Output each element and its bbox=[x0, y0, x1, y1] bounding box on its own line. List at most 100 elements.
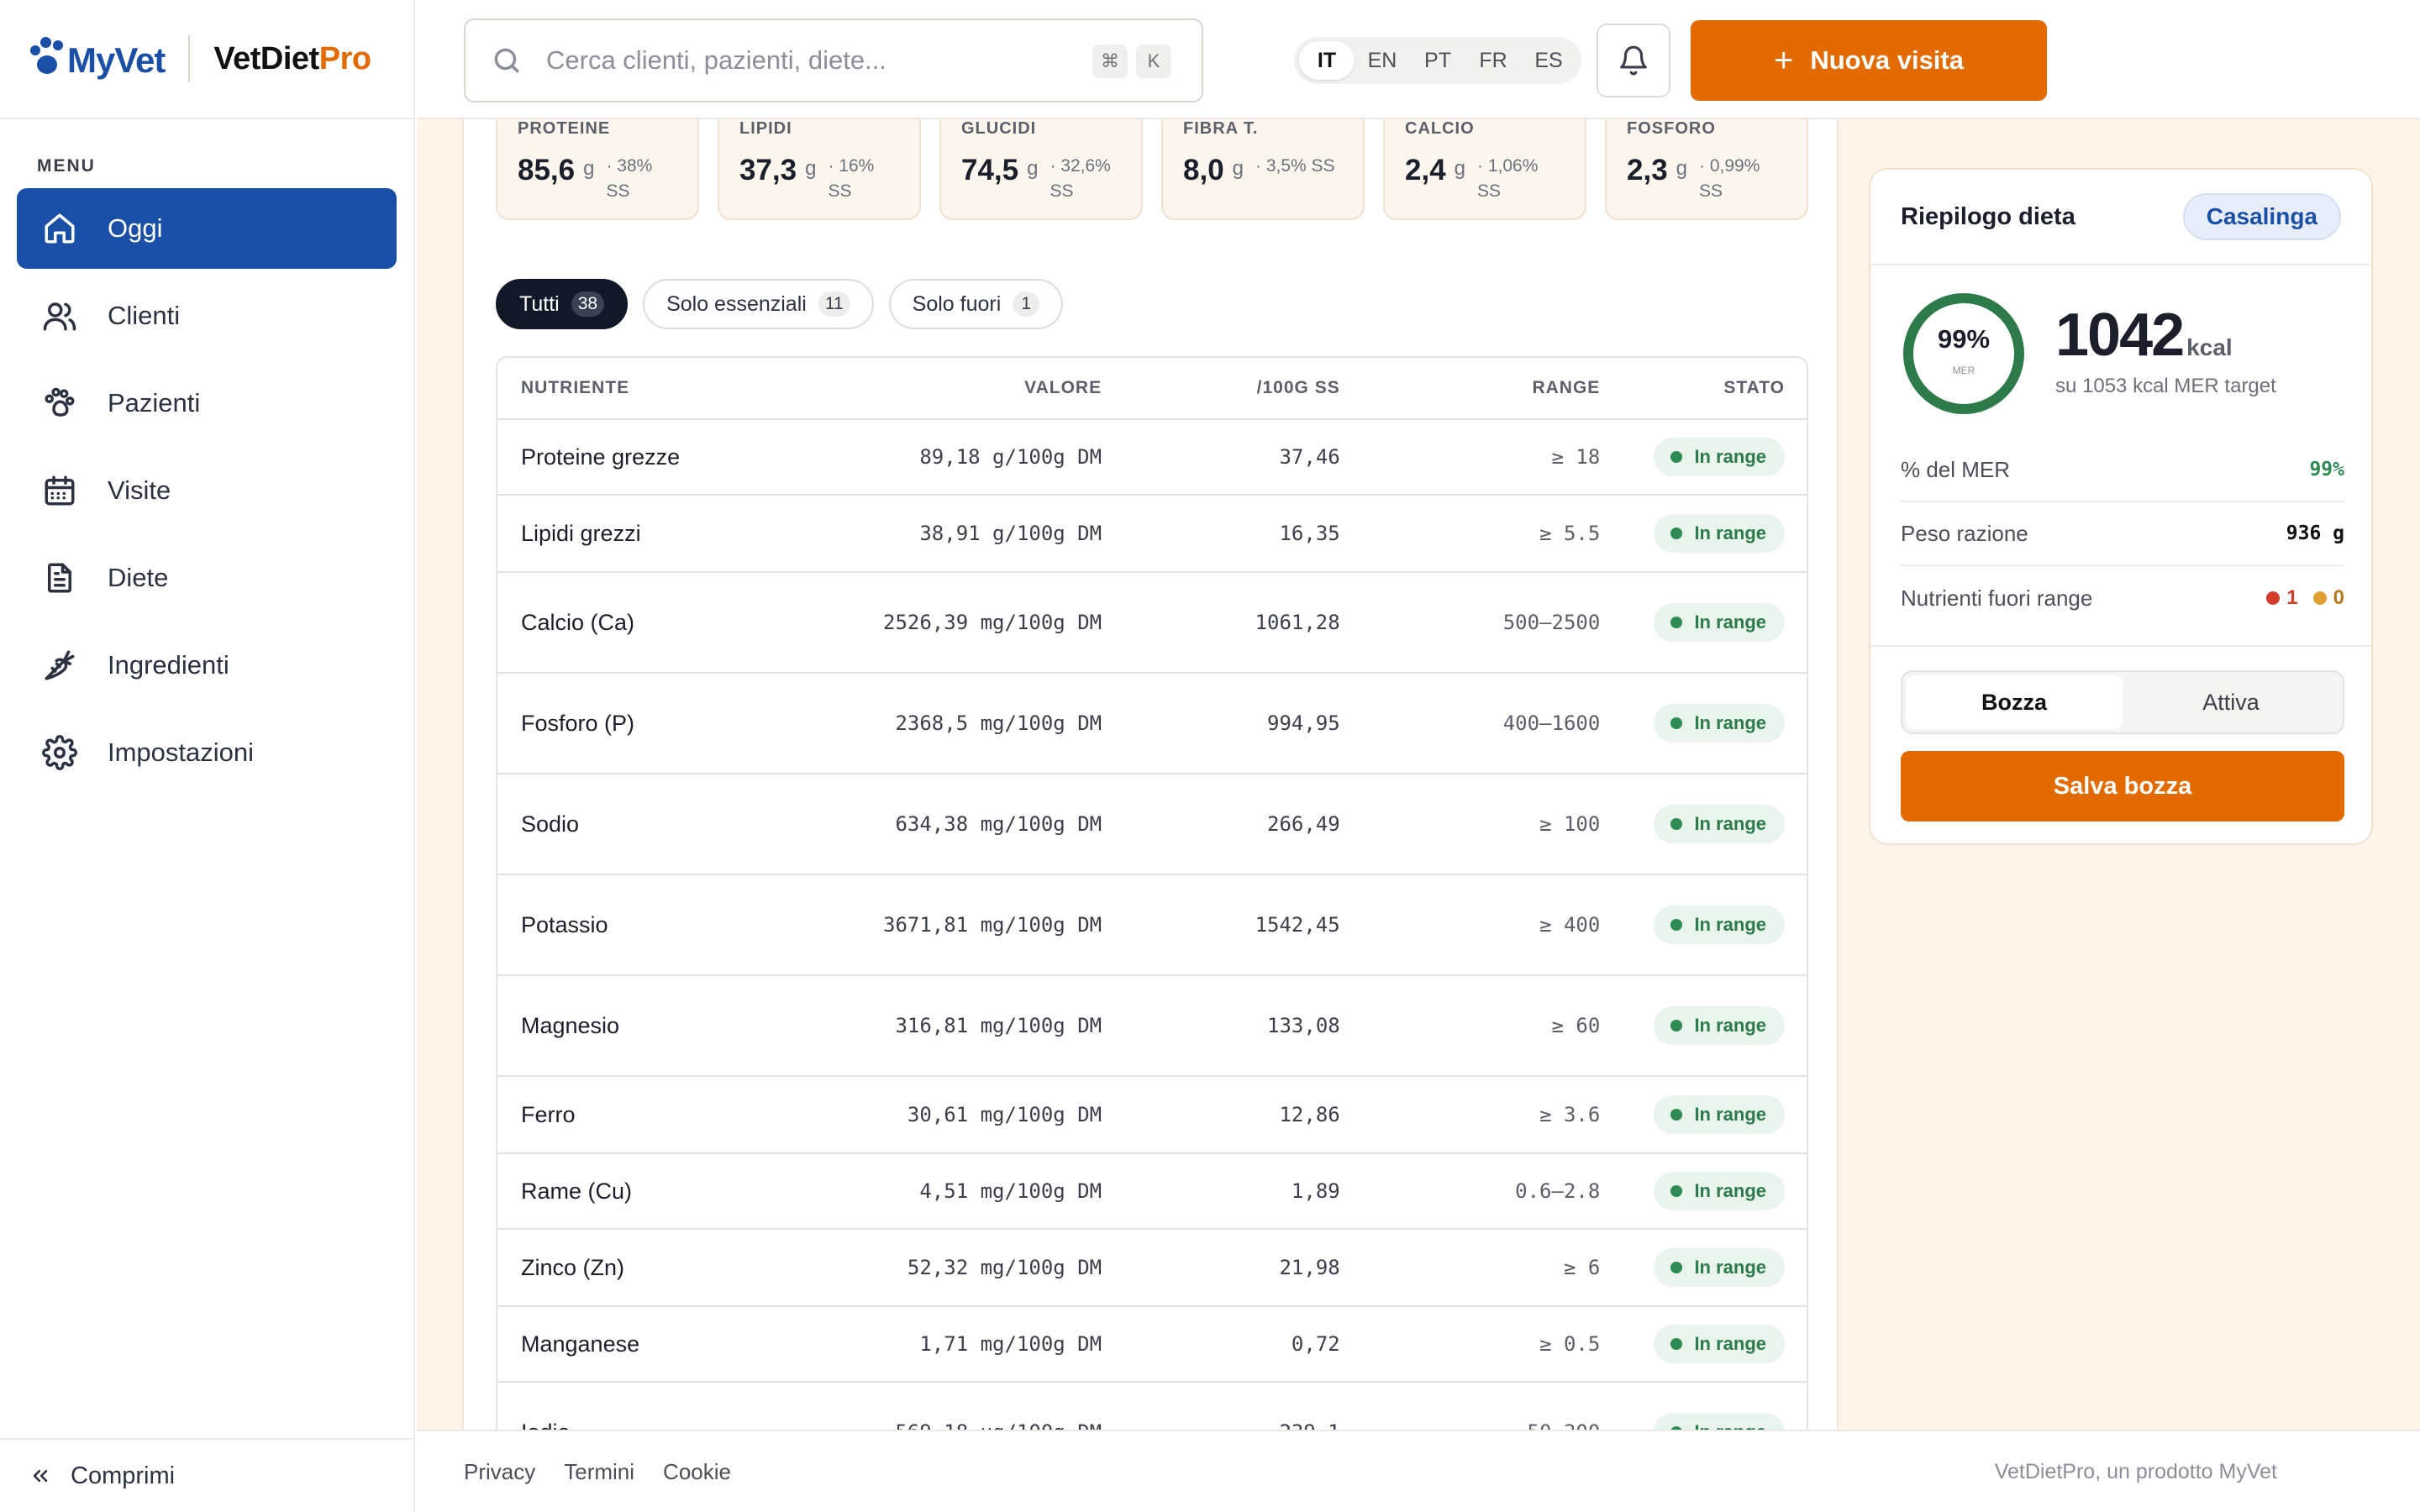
plus-icon: + bbox=[1774, 42, 1794, 79]
nutrient-card-fosforo: FOSFORO 2,3 g · 0,99% SS bbox=[1605, 119, 1808, 220]
footer-links: Privacy Termini Cookie bbox=[464, 1459, 731, 1485]
language-it[interactable]: IT bbox=[1299, 41, 1355, 80]
table-row[interactable]: Rame (Cu) 4,51 mg/100g DM 1,89 0.6–2.8 I… bbox=[497, 1154, 1807, 1230]
out-of-range-counts: 1 0 bbox=[2266, 586, 2344, 610]
table-row[interactable]: Fosforo (P) 2368,5 mg/100g DM 994,95 400… bbox=[497, 674, 1807, 774]
collapse-sidebar-button[interactable]: Comprimi bbox=[0, 1438, 415, 1512]
nutrient-card-glucidi: GLUCIDI 74,5 g · 32,6% SS bbox=[939, 119, 1143, 220]
status-badge: In range bbox=[1654, 1413, 1786, 1430]
search-input[interactable] bbox=[546, 45, 1050, 76]
sidebar-item-impostazioni[interactable]: Impostazioni bbox=[17, 712, 397, 793]
sidebar-item-oggi[interactable]: Oggi bbox=[17, 188, 397, 269]
filter-count: 11 bbox=[818, 291, 850, 317]
product-name: VetDietPro bbox=[213, 40, 371, 76]
status-badge: In range bbox=[1654, 1172, 1786, 1210]
diet-type-badge: Casalinga bbox=[2182, 193, 2341, 240]
language-pt[interactable]: PT bbox=[1410, 41, 1465, 80]
table-row[interactable]: Lipidi grezzi 38,91 g/100g DM 16,35 ≥ 5.… bbox=[497, 496, 1807, 573]
table-row[interactable]: Proteine grezze 89,18 g/100g DM 37,46 ≥ … bbox=[497, 420, 1807, 496]
footer: Privacy Termini Cookie VetDietPro, un pr… bbox=[417, 1430, 2420, 1512]
filter-solo-fuori[interactable]: Solo fuori 1 bbox=[888, 279, 1064, 329]
nutrients-table: NUTRIENTE VALORE /100G SS RANGE STATO Pr… bbox=[496, 356, 1808, 1430]
diet-summary-panel: Riepilogo dieta Casalinga 99% MER 1042 kc… bbox=[1869, 168, 2373, 845]
column-header-range[interactable]: RANGE bbox=[1340, 378, 1601, 398]
search-icon bbox=[494, 48, 519, 73]
kcal-target: su 1053 kcal MER target bbox=[2055, 375, 2276, 397]
table-row[interactable]: Magnesio 316,81 mg/100g DM 133,08 ≥ 60 I… bbox=[497, 976, 1807, 1077]
language-en[interactable]: EN bbox=[1355, 41, 1410, 80]
amber-dot-icon bbox=[2312, 591, 2327, 605]
footer-link-termini[interactable]: Termini bbox=[564, 1459, 634, 1485]
search-box[interactable]: ⌘ K bbox=[464, 18, 1203, 102]
sidebar-item-label: Impostazioni bbox=[108, 738, 255, 767]
myvet-logo[interactable]: MyVet bbox=[30, 37, 166, 81]
status-badge: In range bbox=[1654, 1006, 1786, 1045]
kcal-value: 1042 bbox=[2055, 302, 2185, 369]
sidebar-item-label: Clienti bbox=[108, 301, 181, 330]
status-badge: In range bbox=[1654, 906, 1786, 944]
sidebar-item-visite[interactable]: Visite bbox=[17, 450, 397, 531]
footer-link-cookie[interactable]: Cookie bbox=[663, 1459, 731, 1485]
kcal-summary: 1042 kcal su 1053 kcal MER target bbox=[2055, 301, 2276, 417]
sidebar-item-label: Oggi bbox=[108, 213, 163, 243]
toggle-bozza[interactable]: Bozza bbox=[1906, 675, 2123, 729]
status-badge: In range bbox=[1654, 805, 1786, 843]
notifications-button[interactable] bbox=[1597, 24, 1670, 97]
home-icon bbox=[45, 213, 75, 244]
gear-icon bbox=[42, 735, 77, 770]
nutrient-cards: PROTEINE 85,6 g · 38% SS LIPIDI 37,3 g · 16%… bbox=[496, 119, 1808, 220]
status-badge: In range bbox=[1654, 1248, 1786, 1287]
top-bar: ⌘ K IT EN PT FR ES + Nuova visita bbox=[417, 0, 2420, 119]
column-header-value[interactable]: VALORE bbox=[850, 372, 1102, 404]
diet-detail-content[interactable]: PROTEINE 85,6 g · 38% SS LIPIDI 37,3 g · 16%… bbox=[462, 119, 1839, 1430]
nutrient-card-calcio: CALCIO 2,4 g · 1,06% SS bbox=[1383, 119, 1586, 220]
new-visit-button[interactable]: + Nuova visita bbox=[1691, 20, 2047, 101]
language-fr[interactable]: FR bbox=[1465, 41, 1521, 80]
table-row[interactable]: Calcio (Ca) 2526,39 mg/100g DM 1061,28 5… bbox=[497, 573, 1807, 674]
column-header-per100[interactable]: /100G SS bbox=[1102, 378, 1340, 398]
language-es[interactable]: ES bbox=[1521, 41, 1576, 80]
shortcut-key-k: K bbox=[1136, 45, 1171, 78]
table-row[interactable]: Zinco (Zn) 52,32 mg/100g DM 21,98 ≥ 6 In… bbox=[497, 1230, 1807, 1307]
calendar-icon bbox=[45, 475, 75, 506]
energy-overview: 99% MER 1042 kcal su 1053 kcal MER target bbox=[1901, 291, 2276, 417]
nutrient-filters: Tutti 38 Solo essenziali 11 Solo fuori 1 bbox=[496, 279, 1064, 329]
brand-header: MyVet VetDietPro bbox=[0, 0, 413, 119]
menu-label: MENU bbox=[37, 156, 96, 176]
save-draft-button[interactable]: Salva bozza bbox=[1901, 751, 2344, 822]
summary-title: Riepilogo dieta bbox=[1901, 202, 2075, 230]
sidebar-item-pazienti[interactable]: Pazienti bbox=[17, 363, 397, 444]
footer-link-privacy[interactable]: Privacy bbox=[464, 1459, 535, 1485]
summary-divider bbox=[1870, 645, 2371, 647]
table-row[interactable]: Manganese 1,71 mg/100g DM 0,72 ≥ 0.5 In … bbox=[497, 1307, 1807, 1383]
table-row[interactable]: Sodio 634,38 mg/100g DM 266,49 ≥ 100 In … bbox=[497, 774, 1807, 875]
toggle-attiva[interactable]: Attiva bbox=[2123, 675, 2339, 729]
nutrient-card-lipidi: LIPIDI 37,3 g · 16% SS bbox=[718, 119, 921, 220]
status-badge: In range bbox=[1654, 704, 1786, 743]
filter-count: 38 bbox=[571, 291, 605, 317]
sidebar-item-clienti[interactable]: Clienti bbox=[17, 276, 397, 356]
filter-solo-essenziali[interactable]: Solo essenziali 11 bbox=[643, 279, 874, 329]
status-badge: In range bbox=[1654, 438, 1786, 476]
status-badge: In range bbox=[1654, 603, 1786, 642]
table-header: NUTRIENTE VALORE /100G SS RANGE STATO bbox=[497, 358, 1807, 420]
stat-value: 936 g bbox=[2286, 522, 2344, 544]
column-header-status[interactable]: STATO bbox=[1600, 378, 1807, 398]
table-row[interactable]: Ferro 30,61 mg/100g DM 12,86 ≥ 3.6 In ra… bbox=[497, 1077, 1807, 1154]
table-row[interactable]: Iodio 569,18 µg/100g DM 239,1 50–300 In … bbox=[497, 1383, 1807, 1430]
filter-tutti[interactable]: Tutti 38 bbox=[496, 279, 629, 329]
sidebar-item-ingredienti[interactable]: Ingredienti bbox=[17, 625, 397, 706]
stat-out-of-range: Nutrienti fuori range 1 0 bbox=[1901, 585, 2344, 611]
table-row[interactable]: Potassio 3671,81 mg/100g DM 1542,45 ≥ 40… bbox=[497, 875, 1807, 976]
paw-logo-icon bbox=[30, 37, 64, 81]
summary-stats: % del MER 99% Peso razione 936 g Nutrien… bbox=[1901, 438, 2344, 630]
new-visit-label: Nuova visita bbox=[1810, 45, 1964, 75]
column-header-nutrient[interactable]: NUTRIENTE bbox=[497, 378, 850, 398]
document-icon bbox=[48, 563, 71, 593]
stat-value: 99% bbox=[2309, 459, 2344, 480]
sidebar-item-diete[interactable]: Diete bbox=[17, 538, 397, 618]
users-icon bbox=[43, 302, 76, 331]
red-dot-icon bbox=[2266, 591, 2281, 605]
sidebar-item-label: Visite bbox=[108, 475, 171, 505]
sidebar-nav: Oggi Clienti Pazienti Visite Diete Ingre… bbox=[0, 188, 413, 793]
